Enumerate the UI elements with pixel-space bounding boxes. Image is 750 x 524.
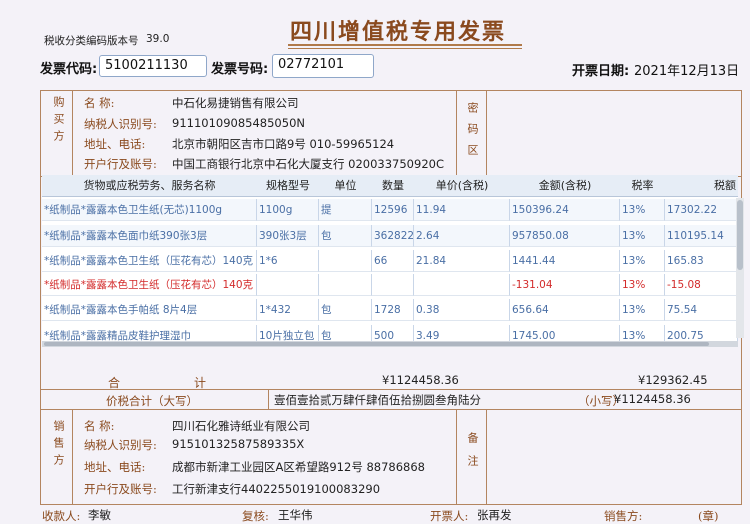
cell-unit[interactable]: 提 <box>319 199 372 221</box>
cell-rate[interactable]: 13% <box>620 225 665 247</box>
cell-unit[interactable] <box>319 274 372 296</box>
cell-amount[interactable]: 1441.44 <box>510 250 620 272</box>
col-header-unit[interactable]: 单位 <box>319 175 372 197</box>
buyer-bank: 中国工商银行北京中石化大厦支行 020033750920C <box>172 157 444 171</box>
grand-total-label: 价税合计（大写） <box>106 394 198 408</box>
invoice-no-label: 发票号码: <box>211 62 269 77</box>
col-header-spec[interactable]: 规格型号 <box>257 175 319 197</box>
buyer-bank-label: 开户行及账号: <box>84 157 157 171</box>
seller-addr: 成都市新津工业园区A区希望路912号 88786868 <box>172 460 426 474</box>
cell-price[interactable]: 0.38 <box>414 299 510 321</box>
cell-unit[interactable]: 包 <box>319 299 372 321</box>
buyer-taxid-label: 纳税人识别号: <box>84 117 157 131</box>
cell-spec[interactable] <box>257 274 319 296</box>
cell-unit[interactable]: 包 <box>319 225 372 247</box>
cell-tax[interactable]: 17302.22 <box>665 199 738 221</box>
invoice-no-field[interactable]: 02772101 <box>272 54 374 78</box>
total-tax: ¥129362.45 <box>638 373 708 387</box>
cipher-label: 密码区 <box>466 102 479 165</box>
cell-price[interactable] <box>414 274 510 296</box>
cell-spec[interactable]: 390张3层 <box>257 225 319 247</box>
title-underline <box>288 44 522 46</box>
cell-tax[interactable]: 110195.14 <box>665 225 738 247</box>
buyer-name: 中石化易捷销售有限公司 <box>172 96 299 110</box>
cell-unit[interactable] <box>319 250 372 272</box>
date-label: 开票日期: <box>572 64 630 79</box>
cell-amount[interactable]: -131.04 <box>510 274 620 296</box>
col-header-qty[interactable]: 数量 <box>372 175 414 197</box>
seller-bank-label: 开户行及账号: <box>84 482 157 496</box>
cell-price[interactable]: 21.84 <box>414 250 510 272</box>
cell-amount[interactable]: 656.64 <box>510 299 620 321</box>
cell-spec[interactable]: 1*432 <box>257 299 319 321</box>
cell-tax[interactable]: -15.08 <box>665 274 738 296</box>
buyer-name-label: 名 称: <box>84 96 115 110</box>
col-header-price[interactable]: 单价(含税) <box>414 175 510 197</box>
cell-rate[interactable]: 13% <box>620 250 665 272</box>
issuer-value: 张再发 <box>477 508 512 522</box>
date-value: 2021年12月13日 <box>634 64 740 79</box>
cell-qty[interactable]: 12596 <box>372 199 414 221</box>
items-grid[interactable]: 货物或应税劳务、服务名称 规格型号 单位 数量 单价(含税) 金额(含税) 税率… <box>42 175 738 345</box>
grand-total-line <box>40 409 742 410</box>
cell-name[interactable]: *纸制品*露露本色手帕纸 8片4层 <box>42 299 257 321</box>
grand-total-words: 壹佰壹拾贰万肆仟肆佰伍拾捌圆叁角陆分 <box>274 393 481 407</box>
cell-name[interactable]: *纸制品*露露本色面巾纸390张3层 <box>42 225 257 247</box>
col-header-rate[interactable]: 税率 <box>620 175 665 197</box>
seller-taxid: 91510132587589335X <box>172 437 305 451</box>
payee-value: 李敏 <box>88 508 111 522</box>
col-header-name[interactable]: 货物或应税劳务、服务名称 <box>42 175 257 197</box>
seller-bank: 工行新津支行4402255019100083290 <box>172 482 381 496</box>
buyer-addr: 北京市朝阳区吉市口路9号 010-59965124 <box>172 137 395 151</box>
invoice-title: 四川增值税专用发票 <box>290 19 507 45</box>
seller-taxid-label: 纳税人识别号: <box>84 438 157 452</box>
seller-name: 四川石化雅诗纸业有限公司 <box>172 419 310 433</box>
cipher-divider-right <box>486 90 487 176</box>
total-amount: ¥1124458.36 <box>382 373 459 387</box>
horizontal-scroll-thumb[interactable] <box>44 342 709 346</box>
buyer-divider <box>72 90 73 176</box>
cell-name[interactable]: *纸制品*露露本色卫生纸（压花有芯）140克 <box>42 250 257 272</box>
invoice-code-field[interactable]: 5100211130 <box>99 55 207 77</box>
cell-name[interactable]: *纸制品*露露本色卫生纸(无芯)1100g <box>42 199 257 221</box>
cell-qty[interactable]: 1728 <box>372 299 414 321</box>
cell-amount[interactable]: 957850.08 <box>510 225 620 247</box>
cell-rate[interactable]: 13% <box>620 299 665 321</box>
seller-divider <box>72 409 73 505</box>
cell-amount[interactable]: 150396.24 <box>510 199 620 221</box>
version-label: 税收分类编码版本号 <box>44 35 139 47</box>
seller-addr-label: 地址、电话: <box>84 460 146 474</box>
buyer-addr-label: 地址、电话: <box>84 137 146 151</box>
title-underline-2 <box>288 48 522 49</box>
cell-tax[interactable]: 75.54 <box>665 299 738 321</box>
cipher-divider-left <box>456 90 457 176</box>
cell-tax[interactable]: 165.83 <box>665 250 738 272</box>
cell-qty[interactable]: 66 <box>372 250 414 272</box>
cell-spec[interactable]: 1100g <box>257 199 319 221</box>
cell-qty[interactable]: 362822 <box>372 225 414 247</box>
cell-rate[interactable]: 13% <box>620 199 665 221</box>
col-header-tax[interactable]: 税额 <box>665 175 738 197</box>
cell-spec[interactable]: 1*6 <box>257 250 319 272</box>
cell-name[interactable]: *纸制品*露露本色卫生纸（压花有芯）140克 <box>42 274 257 296</box>
version-value: 39.0 <box>146 33 170 45</box>
remark-divider-right <box>486 409 487 505</box>
buyer-taxid: 91110109085485050N <box>172 116 305 130</box>
cell-price[interactable]: 2.64 <box>414 225 510 247</box>
cell-qty[interactable] <box>372 274 414 296</box>
cell-rate[interactable]: 13% <box>620 274 665 296</box>
totals-line <box>40 389 742 390</box>
seller-name-label: 名 称: <box>84 419 115 433</box>
grand-total-small: ¥1124458.36 <box>614 392 691 406</box>
vertical-scroll-thumb[interactable] <box>737 200 743 270</box>
cell-price[interactable]: 11.94 <box>414 199 510 221</box>
remark-divider-left <box>456 409 457 505</box>
grand-total-divider <box>268 389 269 409</box>
buyer-side-label: 购买方 <box>52 96 65 147</box>
seller-side-label: 销售方 <box>52 420 65 471</box>
col-header-amount[interactable]: 金额(含税) <box>510 175 620 197</box>
remark-label: 备注 <box>466 432 479 478</box>
invoice-code-label: 发票代码: <box>40 62 98 77</box>
reviewer-value: 王华伟 <box>278 508 313 522</box>
